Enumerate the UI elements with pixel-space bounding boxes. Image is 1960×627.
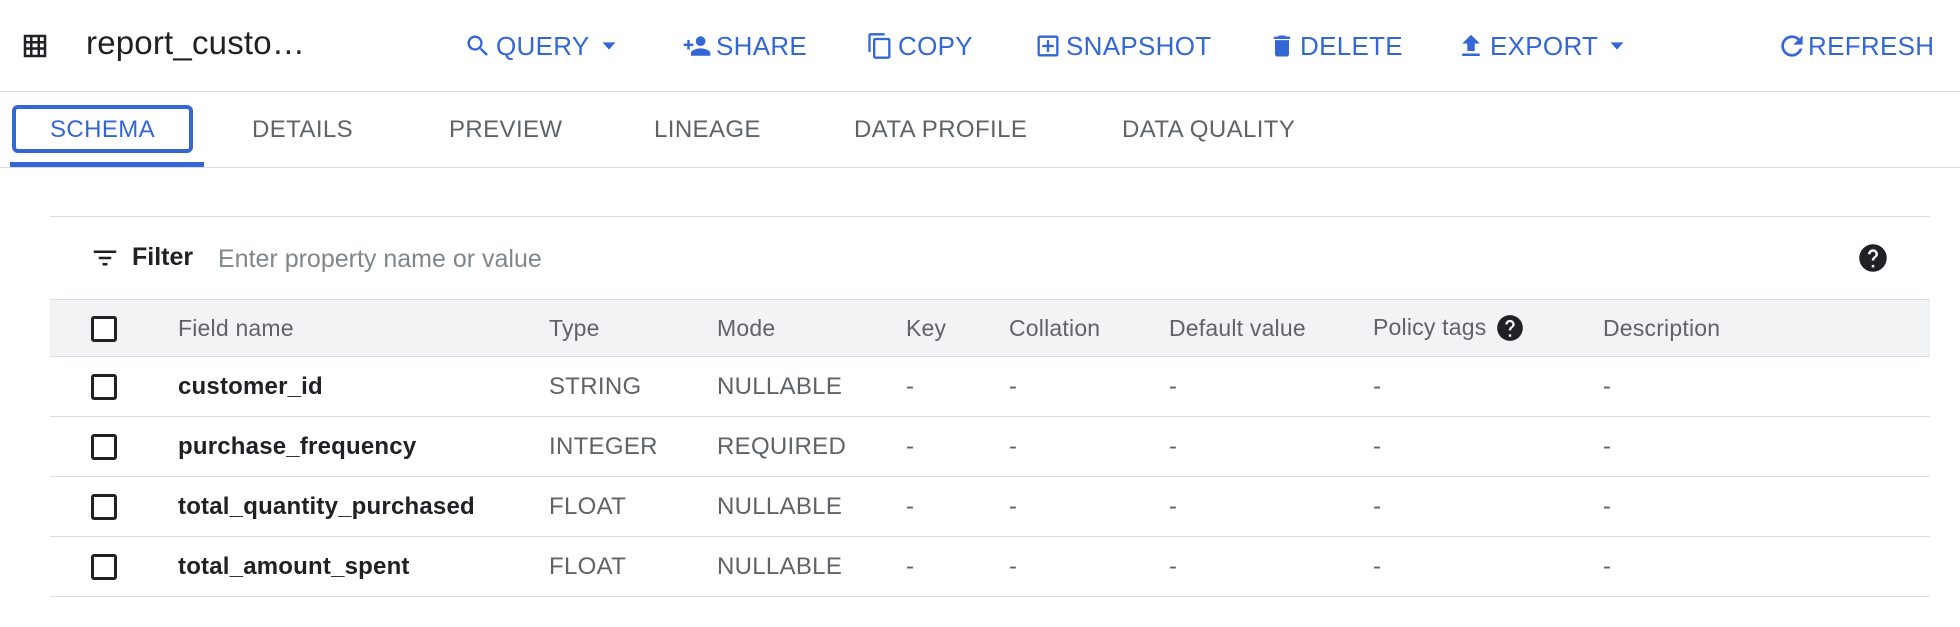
filter-label: Filter bbox=[132, 243, 194, 271]
tab-data-profile[interactable]: DATA PROFILE bbox=[854, 92, 1027, 168]
mode-cell: REQUIRED bbox=[717, 432, 847, 460]
snapshot-icon bbox=[1037, 35, 1059, 57]
snapshot-button-label: SNAPSHOT bbox=[1066, 30, 1212, 61]
row-checkbox[interactable] bbox=[91, 374, 117, 401]
description-cell: - bbox=[1603, 552, 1612, 580]
type-cell: INTEGER bbox=[549, 432, 658, 460]
help-icon[interactable] bbox=[1858, 243, 1888, 273]
key-cell: - bbox=[906, 372, 915, 400]
policy-tags-cell: - bbox=[1373, 492, 1382, 520]
header-key[interactable]: Key bbox=[906, 300, 1009, 357]
header-policy-tags-cell: Policy tags bbox=[1373, 300, 1603, 357]
snapshot-button[interactable]: SNAPSHOT bbox=[1034, 26, 1211, 66]
tab-bar: SCHEMA DETAILS PREVIEW LINEAGE DATA PROF… bbox=[0, 92, 1960, 168]
tab-lineage[interactable]: LINEAGE bbox=[654, 92, 761, 168]
refresh-icon bbox=[1781, 35, 1803, 57]
policy-tags-cell: - bbox=[1373, 372, 1382, 400]
add-person-icon bbox=[683, 36, 711, 56]
table-row[interactable]: purchase_frequency INTEGER REQUIRED - - … bbox=[50, 417, 1930, 477]
toolbar: report_custo… QUERY SHARE COPY SNAPSHOT … bbox=[0, 0, 1960, 92]
field-name-cell: customer_id bbox=[178, 372, 323, 400]
row-checkbox[interactable] bbox=[91, 434, 117, 461]
query-button[interactable]: QUERY bbox=[464, 26, 620, 66]
collation-cell: - bbox=[1009, 492, 1018, 520]
tab-schema[interactable]: SCHEMA bbox=[50, 92, 155, 168]
row-select-cell bbox=[50, 417, 162, 477]
tab-data-quality[interactable]: DATA QUALITY bbox=[1122, 92, 1295, 168]
description-cell: - bbox=[1603, 492, 1612, 520]
key-cell: - bbox=[906, 432, 915, 460]
default-value-cell: - bbox=[1169, 372, 1178, 400]
schema-table: Field name Type Mode Key Collation Defau… bbox=[50, 299, 1930, 597]
policy-tags-cell: - bbox=[1373, 432, 1382, 460]
description-cell: - bbox=[1603, 432, 1612, 460]
refresh-button[interactable]: REFRESH bbox=[1776, 26, 1934, 66]
default-value-cell: - bbox=[1169, 552, 1178, 580]
header-mode[interactable]: Mode bbox=[717, 300, 906, 357]
header-select-cell bbox=[50, 300, 162, 357]
key-cell: - bbox=[906, 492, 915, 520]
table-row[interactable]: customer_id STRING NULLABLE - - - - - bbox=[50, 357, 1930, 417]
row-select-cell bbox=[50, 537, 162, 597]
table-title: report_custo… bbox=[86, 24, 306, 61]
header-default-value[interactable]: Default value bbox=[1169, 300, 1373, 357]
help-icon[interactable] bbox=[1496, 314, 1524, 342]
table-row[interactable]: total_quantity_purchased FLOAT NULLABLE … bbox=[50, 477, 1930, 537]
row-checkbox[interactable] bbox=[91, 494, 117, 521]
row-checkbox[interactable] bbox=[91, 554, 117, 581]
default-value-cell: - bbox=[1169, 432, 1178, 460]
row-select-cell bbox=[50, 357, 162, 417]
schema-panel: Filter Field name Type Mode Key Collatio… bbox=[50, 216, 1930, 627]
select-all-checkbox[interactable] bbox=[91, 315, 117, 342]
header-description[interactable]: Description bbox=[1603, 300, 1930, 357]
delete-button[interactable]: DELETE bbox=[1268, 26, 1403, 66]
upload-icon bbox=[1462, 34, 1480, 56]
collation-cell: - bbox=[1009, 552, 1018, 580]
collation-cell: - bbox=[1009, 432, 1018, 460]
search-icon bbox=[467, 35, 488, 56]
header-collation[interactable]: Collation bbox=[1009, 300, 1169, 357]
mode-cell: NULLABLE bbox=[717, 492, 843, 520]
row-select-cell bbox=[50, 477, 162, 537]
export-button-label: EXPORT bbox=[1490, 30, 1599, 61]
filter-bar: Filter bbox=[50, 217, 1930, 299]
mode-cell: NULLABLE bbox=[717, 552, 843, 580]
share-button[interactable]: SHARE bbox=[680, 26, 807, 66]
type-cell: STRING bbox=[549, 372, 642, 400]
copy-icon bbox=[868, 33, 891, 59]
default-value-cell: - bbox=[1169, 492, 1178, 520]
mode-cell: NULLABLE bbox=[717, 372, 843, 400]
table-grid-icon bbox=[23, 34, 47, 58]
collation-cell: - bbox=[1009, 372, 1018, 400]
export-button[interactable]: EXPORT bbox=[1456, 26, 1628, 66]
chevron-down-icon bbox=[602, 42, 615, 50]
header-field-name[interactable]: Field name bbox=[162, 300, 549, 357]
field-name-cell: purchase_frequency bbox=[178, 432, 417, 460]
refresh-button-label: REFRESH bbox=[1808, 30, 1935, 61]
delete-button-label: DELETE bbox=[1300, 30, 1403, 61]
header-policy-tags[interactable]: Policy tags bbox=[1373, 314, 1486, 340]
table-row[interactable]: total_amount_spent FLOAT NULLABLE - - - … bbox=[50, 537, 1930, 597]
tab-details[interactable]: DETAILS bbox=[252, 92, 353, 168]
description-cell: - bbox=[1603, 372, 1612, 400]
filter-input[interactable] bbox=[216, 237, 1220, 281]
trash-icon bbox=[1273, 35, 1291, 57]
type-cell: FLOAT bbox=[549, 552, 627, 580]
type-cell: FLOAT bbox=[549, 492, 627, 520]
key-cell: - bbox=[906, 552, 915, 580]
policy-tags-cell: - bbox=[1373, 552, 1382, 580]
field-name-cell: total_amount_spent bbox=[178, 552, 410, 580]
filter-icon[interactable] bbox=[90, 243, 120, 273]
share-button-label: SHARE bbox=[716, 30, 808, 61]
query-button-label: QUERY bbox=[496, 30, 590, 61]
table-header-row: Field name Type Mode Key Collation Defau… bbox=[50, 299, 1930, 357]
copy-button[interactable]: COPY bbox=[866, 26, 973, 66]
field-name-cell: total_quantity_purchased bbox=[178, 492, 475, 520]
chevron-down-icon bbox=[1610, 42, 1624, 50]
copy-button-label: COPY bbox=[898, 30, 973, 61]
header-type[interactable]: Type bbox=[549, 300, 717, 357]
tab-preview[interactable]: PREVIEW bbox=[449, 92, 562, 168]
